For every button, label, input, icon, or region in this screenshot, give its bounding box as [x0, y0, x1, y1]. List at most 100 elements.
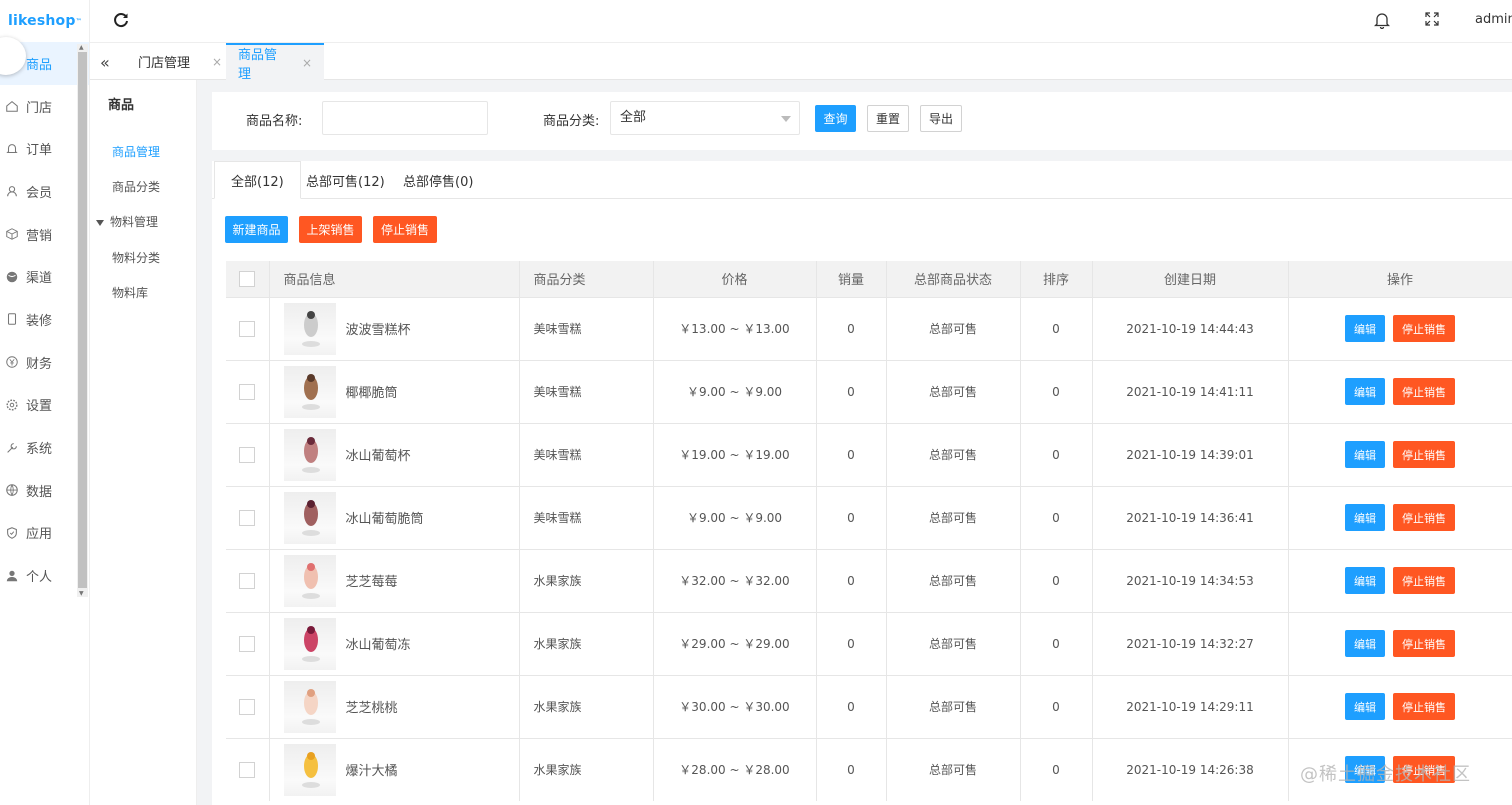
actions-cell: 编辑 停止销售	[1288, 296, 1512, 360]
tablet-icon	[4, 311, 20, 327]
stop-sale-row-button[interactable]: 停止销售	[1393, 315, 1455, 342]
price-cell: ￥19.00 ~ ￥19.00	[653, 422, 817, 486]
product-image-shape	[301, 529, 320, 536]
product-thumbnail[interactable]	[283, 428, 336, 481]
shield-icon	[4, 525, 20, 541]
tab-hq-stopped[interactable]: 总部停售(0)	[403, 161, 473, 199]
edit-button[interactable]: 编辑	[1345, 441, 1385, 468]
table-row[interactable]: 芝芝莓莓 水果家族 ￥32.00 ~ ￥32.00 0 总部可售 0 2021-10-19 …	[226, 548, 1512, 612]
tab-hq-on-sale[interactable]: 总部可售(12)	[306, 161, 385, 199]
refresh-icon[interactable]	[112, 11, 130, 29]
sidebar-item-3[interactable]: 会员	[0, 170, 89, 213]
product-thumbnail[interactable]	[283, 743, 336, 796]
product-name: 芝芝莓莓	[345, 575, 398, 590]
edit-button[interactable]: 编辑	[1345, 504, 1385, 531]
collapse-sidebar-icon[interactable]: «	[100, 53, 110, 72]
logo[interactable]: likeshop ™	[0, 0, 89, 42]
category-cell: 美味雪糕	[519, 359, 654, 423]
row-checkbox[interactable]	[239, 383, 256, 400]
table-row[interactable]: 芝芝桃桃 水果家族 ￥30.00 ~ ￥30.00 0 总部可售 0 2021-10-19 …	[226, 674, 1512, 738]
stop-sale-row-button[interactable]: 停止销售	[1393, 693, 1455, 720]
table-row[interactable]: 冰山葡萄冻 水果家族 ￥29.00 ~ ￥29.00 0 总部可售 0 2021-10-19…	[226, 611, 1512, 675]
table-row[interactable]: 冰山葡萄杯 美味雪糕 ￥19.00 ~ ￥19.00 0 总部可售 0 2021-10-19…	[226, 422, 1512, 486]
sidebar-item-1[interactable]: 门店	[0, 85, 89, 128]
new-product-button[interactable]: 新建商品	[225, 216, 288, 243]
subnav-item-material-category[interactable]: 物料分类	[112, 249, 160, 266]
table-row[interactable]: 椰椰脆筒 美味雪糕 ￥9.00 ~ ￥9.00 0 总部可售 0 2021-10-19 14…	[226, 359, 1512, 423]
edit-button[interactable]: 编辑	[1345, 567, 1385, 594]
sidebar-item-2[interactable]: 订单	[0, 127, 89, 170]
sidebar-item-9[interactable]: 系统	[0, 426, 89, 469]
close-tab-icon[interactable]: ×	[212, 55, 222, 69]
product-thumbnail[interactable]	[283, 680, 336, 733]
reset-button[interactable]: 重置	[867, 105, 909, 132]
product-thumbnail[interactable]	[283, 302, 336, 355]
product-image-shape	[301, 403, 320, 410]
product-info-cell: 冰山葡萄杯	[269, 422, 520, 486]
close-tab-icon[interactable]: ×	[302, 56, 312, 70]
sidebar-item-12[interactable]: 个人	[0, 554, 89, 597]
row-checkbox[interactable]	[239, 320, 256, 337]
tab-product-management[interactable]: 商品管理 ×	[226, 43, 324, 82]
product-thumbnail[interactable]	[283, 491, 336, 544]
subnav-item-product-management[interactable]: 商品管理	[112, 143, 160, 160]
edit-button[interactable]: 编辑	[1345, 315, 1385, 342]
sales-cell: 0	[816, 359, 887, 423]
row-checkbox[interactable]	[239, 446, 256, 463]
sidebar-item-11[interactable]: 应用	[0, 512, 89, 555]
column-header: 总部商品状态	[886, 261, 1021, 297]
category-cell: 美味雪糕	[519, 296, 654, 360]
edit-button[interactable]: 编辑	[1345, 693, 1385, 720]
page-tabs-bar: « 门店管理 × 商品管理 ×	[90, 42, 1512, 82]
row-checkbox[interactable]	[239, 509, 256, 526]
tab-all[interactable]: 全部(12)	[214, 161, 301, 199]
put-on-sale-button[interactable]: 上架销售	[299, 216, 362, 243]
scroll-down-icon[interactable]: ▼	[79, 590, 84, 597]
product-thumbnail[interactable]	[283, 617, 336, 670]
sidebar-item-8[interactable]: 设置	[0, 384, 89, 427]
table-row[interactable]: 波波雪糕杯 美味雪糕 ￥13.00 ~ ￥13.00 0 总部可售 0 2021-10-19…	[226, 296, 1512, 360]
sort-cell: 0	[1020, 737, 1093, 801]
row-checkbox[interactable]	[239, 698, 256, 715]
sidebar-item-5[interactable]: 渠道	[0, 255, 89, 298]
row-checkbox[interactable]	[239, 761, 256, 778]
product-thumbnail[interactable]	[283, 554, 336, 607]
select-all-checkbox[interactable]	[239, 270, 256, 287]
sidebar-item-4[interactable]: 营销	[0, 213, 89, 256]
subnav-group-material[interactable]: 物料管理	[96, 213, 158, 230]
product-image-shape	[306, 751, 315, 760]
stop-sale-row-button[interactable]: 停止销售	[1393, 630, 1455, 657]
sales-cell: 0	[816, 674, 887, 738]
edit-button[interactable]: 编辑	[1345, 378, 1385, 405]
stop-sale-row-button[interactable]: 停止销售	[1393, 504, 1455, 531]
product-thumbnail[interactable]	[283, 365, 336, 418]
stop-sale-row-button[interactable]: 停止销售	[1393, 378, 1455, 405]
user-menu[interactable]: admin	[1475, 12, 1512, 27]
sidebar-item-6[interactable]: 装修	[0, 298, 89, 341]
column-header: 销量	[816, 261, 887, 297]
sidebar-item-7[interactable]: 财务	[0, 341, 89, 384]
scroll-up-icon[interactable]: ▲	[79, 44, 84, 51]
stop-sale-button[interactable]: 停止销售	[373, 216, 437, 243]
row-checkbox[interactable]	[239, 635, 256, 652]
product-category-select[interactable]: 全部	[610, 101, 800, 135]
product-name: 冰山葡萄冻	[345, 638, 411, 653]
sidebar-scrollbar[interactable]: ▲ ▼	[77, 44, 88, 597]
search-button[interactable]: 查询	[815, 105, 856, 132]
sales-cell: 0	[816, 485, 887, 549]
notification-bell-icon[interactable]	[1374, 11, 1390, 29]
scroll-thumb[interactable]	[78, 52, 87, 588]
table-header-row: 商品信息 商品分类 价格 销量 总部商品状态 排序 创建日期 操作	[226, 261, 1512, 297]
subnav-item-product-category[interactable]: 商品分类	[112, 178, 160, 195]
subnav-item-material-library[interactable]: 物料库	[112, 284, 148, 301]
product-name-input[interactable]	[322, 101, 488, 135]
sidebar-item-10[interactable]: 数据	[0, 469, 89, 512]
fullscreen-icon[interactable]	[1424, 11, 1440, 27]
stop-sale-row-button[interactable]: 停止销售	[1393, 441, 1455, 468]
stop-sale-row-button[interactable]: 停止销售	[1393, 567, 1455, 594]
row-checkbox[interactable]	[239, 572, 256, 589]
export-button[interactable]: 导出	[920, 105, 962, 132]
table-row[interactable]: 冰山葡萄脆筒 美味雪糕 ￥9.00 ~ ￥9.00 0 总部可售 0 2021-10-19 …	[226, 485, 1512, 549]
edit-button[interactable]: 编辑	[1345, 630, 1385, 657]
date-cell: 2021-10-19 14:41:11	[1092, 359, 1289, 423]
